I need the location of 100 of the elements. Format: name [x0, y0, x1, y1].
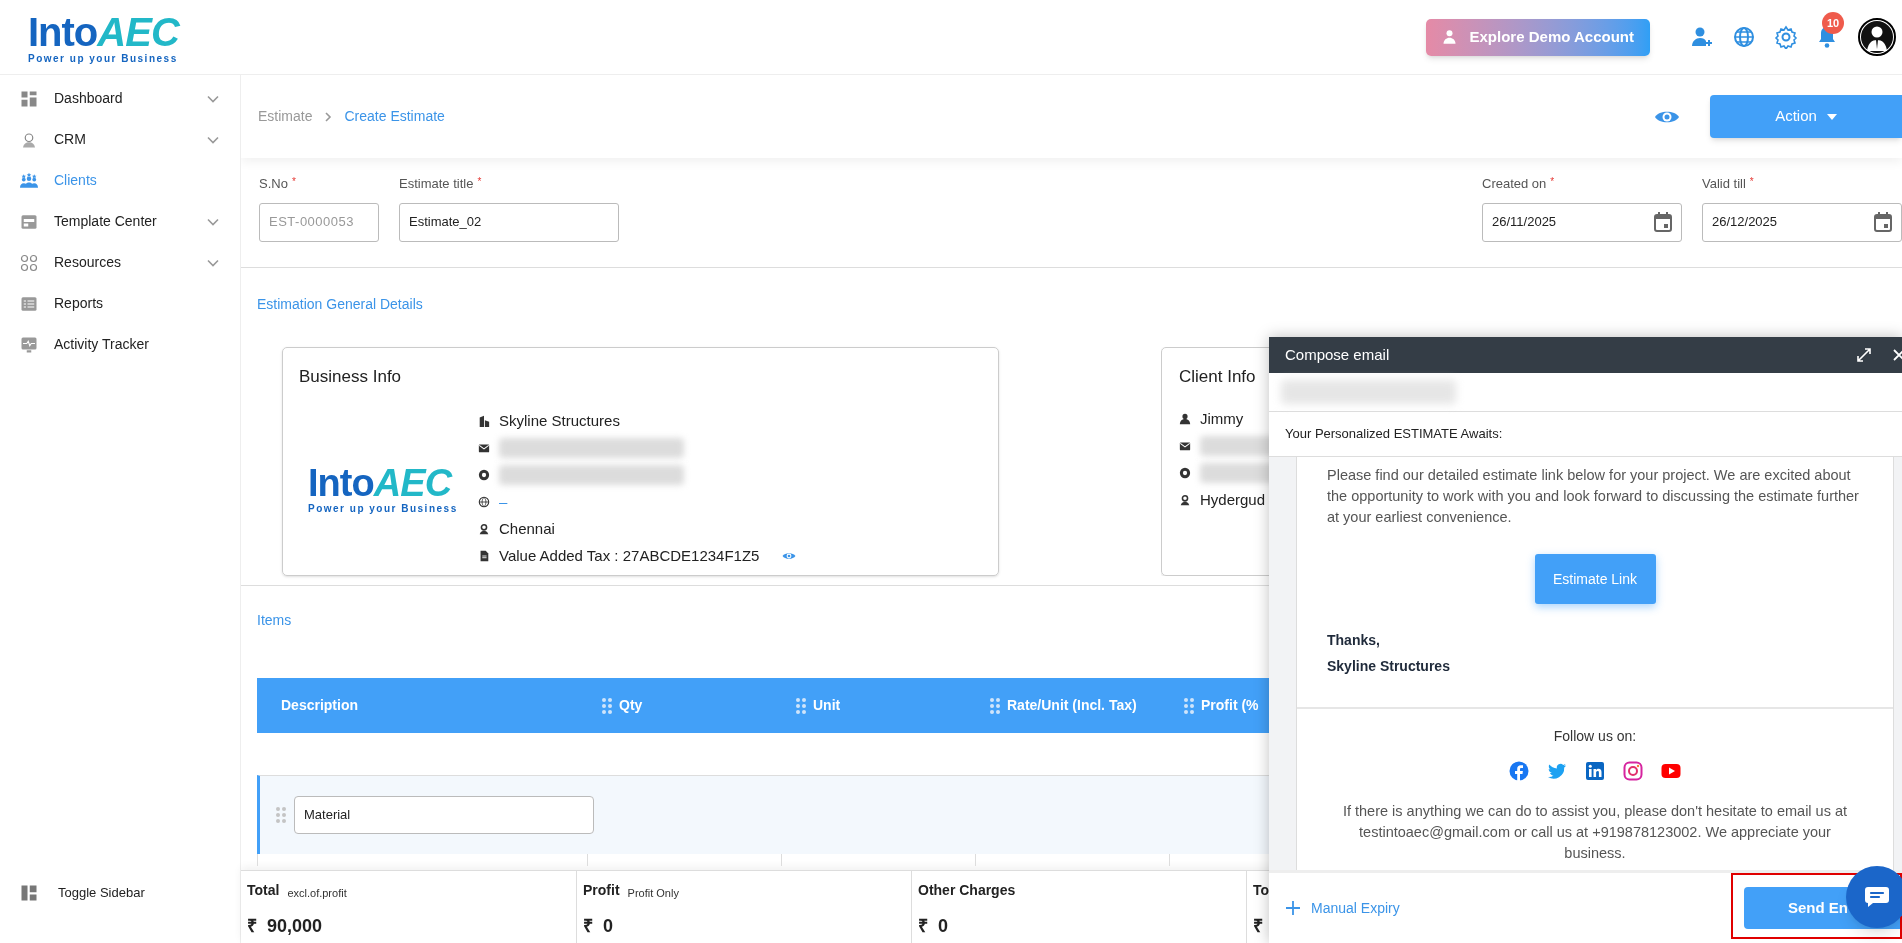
column-header[interactable]: Unit [813, 695, 841, 716]
globe-icon [478, 496, 490, 508]
required-mark: * [477, 175, 482, 189]
total-label: Other Charges [918, 881, 1016, 900]
estimate-link-button[interactable]: Estimate Link [1534, 554, 1656, 604]
youtube-icon[interactable] [1661, 761, 1681, 781]
card-title: Business Info [299, 366, 402, 388]
breadcrumb-link[interactable]: Create Estimate [344, 106, 445, 127]
mail-icon [1179, 440, 1191, 452]
total-amount: ₹ [1253, 915, 1264, 938]
toggle-sidebar-button[interactable]: Toggle Sidebar [0, 873, 240, 913]
logo-text: AEC [373, 463, 452, 502]
demo-account-button[interactable]: Explore Demo Account [1425, 18, 1650, 56]
drag-handle-icon[interactable] [796, 697, 806, 714]
input-field[interactable]: Material [294, 796, 594, 834]
date-field[interactable]: 26/11/2025 [1482, 202, 1682, 242]
globe-icon[interactable] [1732, 25, 1756, 49]
dashboard-icon [20, 89, 38, 108]
pin-icon [478, 523, 490, 535]
column-header[interactable]: Rate/Unit (Incl. Tax) [1007, 695, 1137, 716]
panel-title: Compose email [1285, 344, 1391, 365]
pin-icon [1179, 494, 1191, 506]
person-icon [1179, 413, 1191, 425]
clients-icon [20, 171, 38, 190]
instagram-icon[interactable] [1623, 761, 1643, 781]
required-mark: * [1550, 175, 1555, 189]
drag-handle-icon[interactable] [276, 807, 286, 823]
total-note: excl.of.profit [287, 885, 347, 901]
total-amount: ₹ 0 [583, 915, 614, 938]
info-text: Hydergud [1200, 489, 1266, 510]
expand-icon[interactable] [1856, 347, 1872, 363]
activity-icon [20, 335, 38, 354]
total-label: To [1253, 881, 1270, 900]
caret-down-icon [1826, 113, 1837, 120]
calendar-icon [1654, 212, 1672, 232]
linkedin-icon[interactable] [1585, 761, 1605, 781]
date-field[interactable]: 26/12/2025 [1702, 202, 1902, 242]
settings-icon[interactable] [1774, 25, 1798, 49]
sidebar-item[interactable]: Clients [0, 160, 240, 201]
email-message: Please find our detailed estimate link below for your project. We are excited about the opportunity to work with you and look forward to discussing the estimate further at your earliest convenience. [1327, 466, 1860, 527]
logo-text: AEC [97, 12, 179, 52]
column-header[interactable]: Qty [619, 695, 643, 716]
logo-tagline: Power up your Business [28, 54, 179, 64]
calendar-icon [1874, 212, 1892, 232]
close-icon[interactable] [1892, 347, 1902, 363]
info-text: Value Added Tax : 27ABCDE1234F1Z5 [499, 545, 760, 566]
email-footer-text: If there is anything we can do to assist you, please don't hesitate to email us at testintoaec@gmail.com or call us at +919878123002. We appreciate your business. [1341, 802, 1849, 863]
total-amount: ₹ 90,000 [247, 915, 324, 938]
manual-expiry-link[interactable]: Manual Expiry [1285, 897, 1400, 919]
website-link[interactable]: – [499, 490, 508, 514]
logo-tagline: Power up your Business [308, 503, 459, 514]
facebook-icon[interactable] [1509, 761, 1529, 781]
input-field[interactable]: Estimate_02 [399, 202, 619, 242]
column-header[interactable]: Profit (% [1201, 695, 1259, 716]
sidebar-item[interactable]: Reports [0, 283, 240, 324]
drag-handle-icon[interactable] [990, 697, 1000, 714]
total-label: Profit [583, 881, 620, 900]
sidebar-item[interactable]: Template Center [0, 201, 240, 242]
template-icon [20, 212, 38, 231]
drag-handle-icon[interactable] [1184, 697, 1194, 714]
logo-text: Into [308, 463, 374, 502]
logo-text: Into [28, 12, 98, 52]
field-label: Valid till [1702, 175, 1746, 193]
follow-us-text: Follow us on: [1553, 727, 1637, 746]
column-header[interactable]: Description [281, 695, 358, 716]
eye-icon[interactable] [782, 551, 797, 561]
chat-icon [1864, 886, 1890, 908]
field-label: S.No [259, 175, 288, 193]
total-label: Total [247, 881, 280, 900]
layout-icon [20, 884, 38, 902]
breadcrumb-link[interactable]: Estimate [258, 106, 313, 127]
reports-icon [20, 294, 38, 313]
sidebar-item[interactable]: Resources [0, 242, 240, 283]
section-title: Estimation General Details [257, 296, 423, 312]
mail-icon [478, 442, 490, 454]
required-mark: * [291, 175, 296, 189]
building-icon [478, 415, 490, 427]
required-mark: * [1749, 175, 1754, 189]
avatar-icon[interactable] [1858, 18, 1896, 56]
action-button[interactable]: Action [1710, 95, 1902, 138]
info-text: Chennai [499, 518, 555, 539]
info-text: Jimmy [1200, 408, 1244, 429]
document-icon [478, 550, 490, 562]
drag-handle-icon[interactable] [602, 697, 612, 714]
sidebar-item[interactable]: Dashboard [0, 78, 240, 119]
field-label: Estimate title [399, 175, 474, 193]
notification-badge: 10 [1822, 12, 1844, 34]
total-note: Profit Only [627, 885, 679, 901]
signature-text: Skyline Structures [1327, 657, 1451, 676]
card-title: Client Info [1179, 366, 1256, 388]
sidebar-item[interactable]: Activity Tracker [0, 324, 240, 365]
sign-off-text: Thanks, [1327, 631, 1381, 650]
plus-icon [1285, 900, 1301, 916]
add-user-icon[interactable] [1690, 25, 1714, 49]
field-label: Created on [1482, 175, 1547, 193]
sidebar-item[interactable]: CRM [0, 119, 240, 160]
total-amount: ₹ 0 [918, 915, 949, 938]
twitter-icon[interactable] [1547, 761, 1567, 781]
email-subject: Your Personalized ESTIMATE Awaits: [1285, 425, 1503, 444]
info-text: Skyline Structures [499, 410, 620, 431]
